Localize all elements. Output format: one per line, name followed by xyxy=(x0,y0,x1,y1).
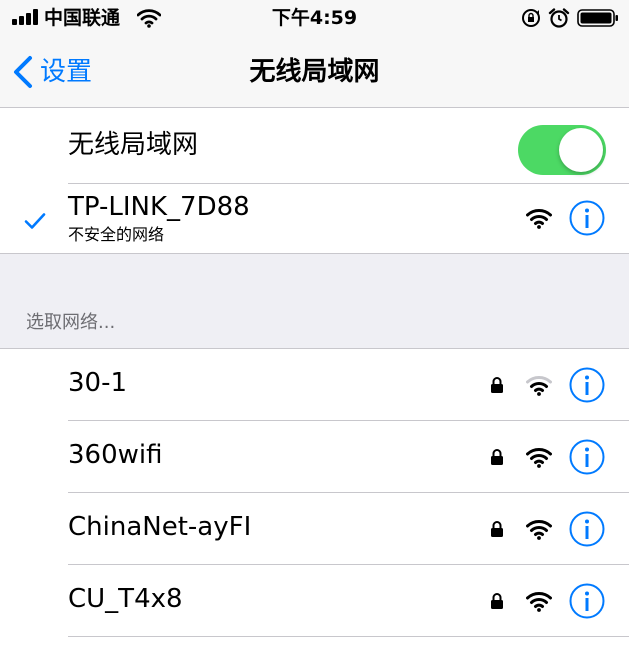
info-icon[interactable] xyxy=(569,200,605,236)
wifi-icon xyxy=(526,376,552,396)
lock-icon xyxy=(491,449,503,465)
lock-icon xyxy=(491,521,503,537)
wifi-icon xyxy=(526,209,552,229)
connected-network-subtitle: 不安全的网络 xyxy=(68,225,165,244)
page-title: 无线局域网 xyxy=(249,57,380,87)
toggle-knob xyxy=(559,128,603,172)
network-list: 30-1 360wifi ChinaNet-ayFI CU_T4x8 xyxy=(0,348,629,650)
info-icon[interactable] xyxy=(569,583,605,619)
navigation-bar: 设置 无线局域网 xyxy=(0,36,629,108)
connected-network-name: TP-LINK_7D88 xyxy=(68,192,250,222)
wifi-toggle-switch[interactable] xyxy=(518,125,606,175)
info-icon[interactable] xyxy=(569,439,605,475)
alarm-icon xyxy=(548,8,570,28)
network-row[interactable]: ChinaNet-ayFI xyxy=(0,493,629,565)
network-name: ChinaNet-ayFI xyxy=(68,512,252,542)
lock-icon xyxy=(491,377,503,393)
status-bar: 中国联通 下午4:59 xyxy=(0,0,629,36)
checkmark-icon xyxy=(24,213,46,229)
network-name: 360wifi xyxy=(68,440,163,470)
network-name: 30-1 xyxy=(68,368,128,398)
wifi-toggle-row: 无线局域网 xyxy=(0,108,629,183)
rotation-lock-icon xyxy=(522,9,540,27)
connected-network-row[interactable]: TP-LINK_7D88 不安全的网络 xyxy=(0,184,629,253)
lock-icon xyxy=(491,593,503,609)
network-row[interactable]: 30-1 xyxy=(0,349,629,421)
wifi-icon xyxy=(526,520,552,540)
info-icon[interactable] xyxy=(569,367,605,403)
info-icon[interactable] xyxy=(569,511,605,547)
row-divider xyxy=(68,636,629,637)
choose-network-header: 选取网络... xyxy=(26,312,116,333)
network-row[interactable]: CU_T4x8 xyxy=(0,565,629,637)
wifi-icon xyxy=(526,448,552,468)
network-name: CU_T4x8 xyxy=(68,584,183,614)
wifi-icon xyxy=(526,592,552,612)
wifi-toggle-label: 无线局域网 xyxy=(68,130,199,160)
wifi-settings-group: 无线局域网 TP-LINK_7D88 不安全的网络 xyxy=(0,108,629,254)
battery-icon xyxy=(577,9,618,27)
network-row[interactable]: 360wifi xyxy=(0,421,629,493)
